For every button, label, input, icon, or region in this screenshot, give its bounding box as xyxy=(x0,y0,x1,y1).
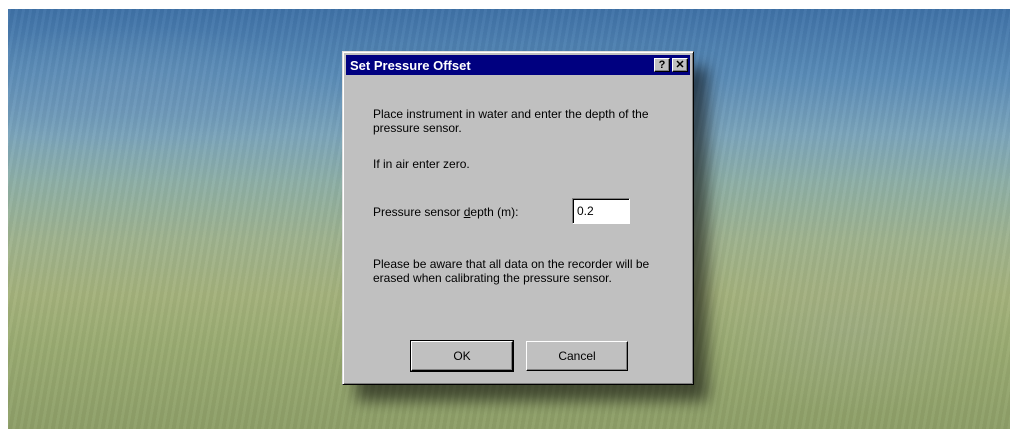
ok-button[interactable]: OK xyxy=(410,340,514,372)
dialog-titlebar[interactable]: Set Pressure Offset ? ✕ xyxy=(346,55,690,75)
dialog-title: Set Pressure Offset xyxy=(350,57,471,73)
help-icon[interactable]: ? xyxy=(654,58,670,72)
instruction-text: Place instrument in water and enter the … xyxy=(373,107,649,135)
pressure-depth-input[interactable]: 0.2 xyxy=(572,198,630,224)
air-instruction-text: If in air enter zero. xyxy=(373,157,470,171)
warning-text: Please be aware that all data on the rec… xyxy=(373,257,650,285)
depth-label-suffix: epth (m): xyxy=(470,205,519,219)
depth-label-prefix: Pressure sensor xyxy=(373,205,464,219)
cancel-button[interactable]: Cancel xyxy=(526,341,628,371)
depth-label: Pressure sensor depth (m): xyxy=(373,205,518,219)
close-icon[interactable]: ✕ xyxy=(672,58,688,72)
set-pressure-offset-dialog: Set Pressure Offset ? ✕ Place instrument… xyxy=(342,51,694,385)
